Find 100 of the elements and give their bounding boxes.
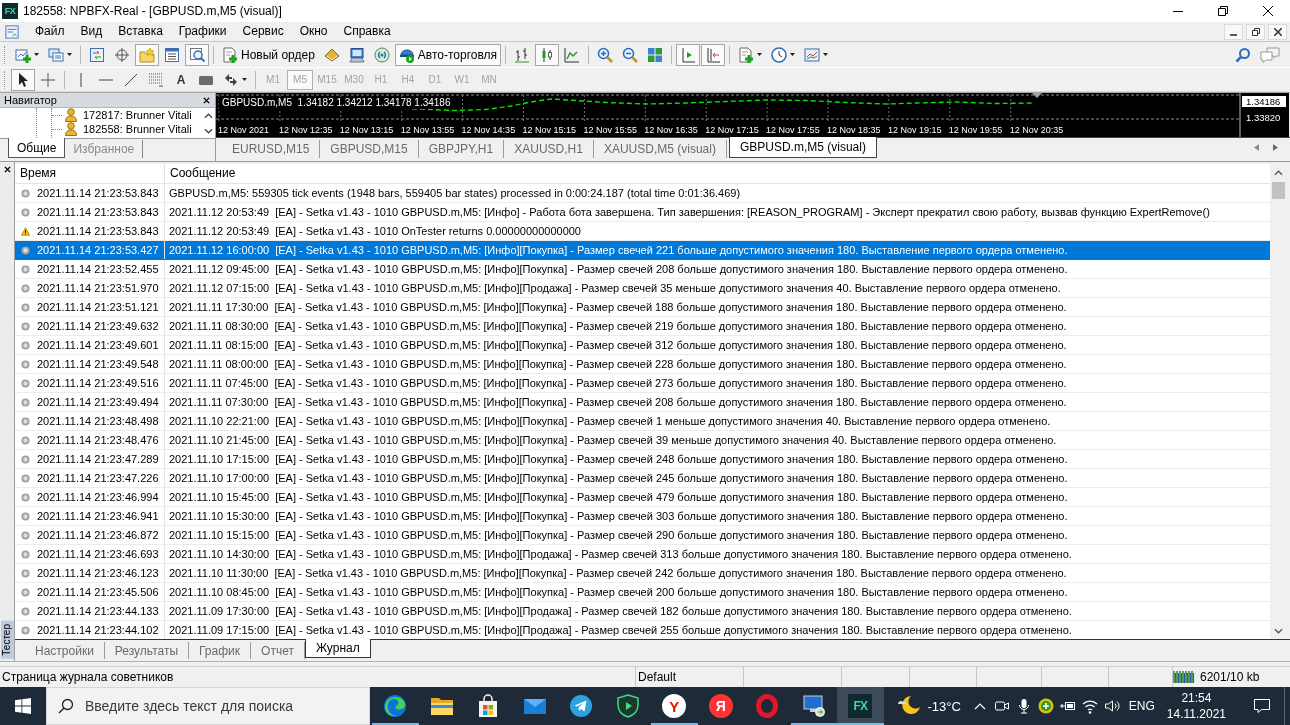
menu-item[interactable]: Вставка [110,22,171,41]
windows-icon [48,46,64,63]
scroll-thumb[interactable] [1272,182,1285,199]
chart-tab[interactable]: GBPJPY,H1 [418,140,505,158]
info-dot-icon [21,454,30,464]
chart-tab[interactable]: GBPUSD,M15 [320,140,419,158]
log-row[interactable]: 2021.11.14 21:23:51.121 2021.11.11 17:30:00 [EA] - Setka v1.43 - 1010 GBPUSD.m,M5: [Инфо][Покупка] - Размер свечей 188 больше допустимого значения 180. Выставление первого ордера отменено. [15,298,1270,317]
log-row[interactable]: 2021.11.14 21:23:46.123 2021.11.10 11:30:00 [EA] - Setka v1.43 - 1010 GBPUSD.m,M5: [Инфо][Покупка] - Размер свечей 242 больше допустимого значения 180. Выставление первого ордера отменено. [15,564,1270,583]
log-row[interactable]: 2021.11.14 21:23:49.601 2021.11.11 08:15:00 [EA] - Setka v1.43 - 1010 GBPUSD.m,M5: [Инфо][Покупка] - Размер свечей 312 больше допустимого значения 180. Выставление первого ордера отменено. [15,336,1270,355]
column-header[interactable]: Сообщение [165,164,1270,183]
log-row[interactable] [15,203,1270,222]
time-label: 12 Nov 17:55 [766,125,820,135]
warning-icon [21,226,30,236]
chart-tab[interactable]: XAUUSD,H1 [504,140,594,158]
restore-button[interactable] [1246,23,1265,40]
plus-circle-icon [1037,698,1054,714]
log-row[interactable]: 2021.11.14 21:23:49.632 2021.11.11 08:30:00 [EA] - Setka v1.43 - 1010 GBPUSD.m,M5: [Инфо][Покупка] - Размер свечей 219 больше допустимого значения 180. Выставление первого ордера отменено. [15,317,1270,336]
log-row[interactable]: 2021.11.14 21:23:49.494 2021.11.11 07:30:00 [EA] - Setka v1.43 - 1010 GBPUSD.m,M5: [Инфо][Покупка] - Размер свечей 208 больше допустимого значения 180. Выставление первого ордера отменено. [15,393,1270,412]
triangle-left-icon[interactable] [1254,144,1259,151]
text-tool-button[interactable]: A [169,68,193,91]
log-message: 2021.11.11 07:30:00 [EA] - Setka v1.43 - 1010 GBPUSD.m,M5: [Инфо][Покупка] - Размер свечей 208 больше допустимого значения 180. Выставление первого ордера отменено. [169,396,1067,408]
log-row[interactable]: 2021.11.14 21:23:45.506 2021.11.10 08:45:00 [EA] - Setka v1.43 - 1010 GBPUSD.m,M5: [Инфо][Покупка] - Размер свечей 200 больше допустимого значения 180. Выставление первого ордера отменено. [15,583,1270,602]
window-plus-icon [15,46,31,63]
log-row[interactable]: 2021.11.14 21:23:52.455 2021.11.12 09:45:00 [EA] - Setka v1.43 - 1010 GBPUSD.m,M5: [Инфо][Покупка] - Размер свечей 208 больше допустимого значения 180. Выставление первого ордера отменено. [15,260,1270,279]
clock-button[interactable]: 21:54 14.11.2021 [1160,687,1232,725]
close-button[interactable] [1268,23,1287,40]
log-time: 2021.11.14 21:23:46.123 [37,567,159,579]
menu-item[interactable]: Файл [27,22,73,41]
autotrading-button[interactable]: Авто-торговля [394,43,502,66]
tab[interactable]: Журнал [304,639,371,658]
search-app-button[interactable]: Я [697,687,744,725]
log-row[interactable]: 2021.11.14 21:23:48.498 2021.11.10 22:21:00 [EA] - Setka v1.43 - 1010 GBPUSD.m,M5: [Инфо][Покупка] - Размер свечей 1 меньше допустимого значения 40. Выставление первого ордера отменено. [15,412,1270,431]
new-order-button[interactable]: Новый ордер [218,43,319,66]
panel-label[interactable]: Тестер [0,621,14,659]
log-row[interactable]: 2021.11.14 21:23:48.476 2021.11.10 21:45:00 [EA] - Setka v1.43 - 1010 GBPUSD.m,M5: [Инфо][Покупка] - Размер свечей 39 меньше допустимого значения 40. Выставление первого ордера отменено. [15,431,1270,450]
camera-icon [993,698,1010,714]
time-label: 12 Nov 15:15 [522,125,577,135]
log-row[interactable]: 2021.11.14 21:23:53.427 2021.11.12 16:00:00 [EA] - Setka v1.43 - 1010 GBPUSD.m,M5: [Инфо][Покупка] - Размер свечей 221 больше допустимого значения 180. Выставление первого ордера отменено. [15,241,1270,260]
triangle-right-icon[interactable] [1273,144,1278,151]
shift-marker-icon[interactable] [1032,93,1042,98]
log-time: 2021.11.14 21:23:49.632 [37,320,159,332]
speech-bubble-icon [1253,698,1271,714]
account-item[interactable]: 172817: Brunner Vitali [80,109,192,121]
minimize-icon [1230,33,1237,36]
log-time: 2021.11.14 21:23:51.121 [37,301,159,313]
tab[interactable]: Настройки [25,642,105,659]
log-row[interactable]: 2021.11.14 21:23:46.994 2021.11.10 15:45:00 [EA] - Setka v1.43 - 1010 GBPUSD.m,M5: [Инфо][Покупка] - Размер свечей 479 больше допустимого значения 180. Выставление первого ордера отменено. [15,488,1270,507]
chevron-up-icon[interactable] [203,112,213,119]
tab[interactable]: Отчет [251,642,305,659]
language-button[interactable]: ENG [1122,687,1161,725]
log-message: 2021.11.11 08:30:00 [EA] - Setka v1.43 - 1010 GBPUSD.m,M5: [Инфо][Покупка] - Размер свечей 219 больше допустимого значения 180. Выставление первого ордера отменено. [169,320,1067,332]
log-row[interactable]: 2021.11.14 21:23:47.289 2021.11.10 17:15:00 [EA] - Setka v1.43 - 1010 GBPUSD.m,M5: [Инфо][Покупка] - Размер свечей 248 больше допустимого значения 180. Выставление первого ордера отменено. [15,450,1270,469]
browser-button[interactable]: Y [651,687,698,725]
info-dot-icon [21,321,30,331]
log-message: GBPUSD.m,M5: 559305 tick events (1948 bars, 559405 bar states) processed in 0:00:24.187 (total time 0:01:36.469) [169,187,741,199]
search-icon [58,698,74,714]
search-field[interactable]: Введите здесь текст для поиска [46,687,370,725]
close-icon[interactable] [3,166,11,173]
log-row[interactable]: 2021.11.14 21:23:46.941 2021.11.10 15:30:00 [EA] - Setka v1.43 - 1010 GBPUSD.m,M5: [Инфо][Покупка] - Размер свечей 303 больше допустимого значения 180. Выставление первого ордера отменено. [15,507,1270,526]
weather-temperature[interactable]: -13°C [927,698,961,714]
chart-window-icon[interactable] [5,24,19,39]
log-row[interactable]: 2021.11.14 21:23:46.872 2021.11.10 15:15:00 [EA] - Setka v1.43 - 1010 GBPUSD.m,M5: [Инфо][Покупка] - Размер свечей 290 больше допустимого значения 180. Выставление первого ордера отменено. [15,526,1270,545]
minimize-button[interactable] [1224,23,1243,40]
info-dot-icon [21,283,30,293]
app-logo: FX [2,3,18,19]
chart-tab[interactable]: EURUSD,M15 [222,140,321,158]
log-time: 2021.11.14 21:23:47.289 [37,453,159,465]
menu-item[interactable]: Сервис [234,22,292,41]
menu-item[interactable]: Графики [170,22,235,41]
menu-item[interactable]: Справка [335,22,399,41]
menu-item[interactable]: Вид [72,22,111,41]
tab[interactable]: График [189,642,252,659]
log-row[interactable]: 2021.11.14 21:23:47.226 2021.11.10 17:00:00 [EA] - Setka v1.43 - 1010 GBPUSD.m,M5: [Инфо][Покупка] - Размер свечей 245 больше допустимого значения 180. Выставление первого ордера отменено. [15,469,1270,488]
time-label: 12 Nov 20:35 [1009,125,1064,135]
log-message: 2021.11.11 08:00:00 [EA] - Setka v1.43 - 1010 GBPUSD.m,M5: [Инфо][Покупка] - Размер свечей 228 больше допустимого значения 180. Выставление первого ордера отменено. [169,358,1067,370]
chart-tab[interactable]: XAUUSD,M5 (visual) [593,140,727,158]
speaker-icon [1103,698,1120,714]
tab[interactable]: Общие [8,138,66,158]
chevron-down-icon[interactable] [203,127,213,134]
time-label: 12 Nov 14:35 [461,125,516,135]
column-header[interactable]: Время [15,164,165,183]
log-message: 2021.11.12 20:53:49 [EA] - Setka v1.43 - 1010 GBPUSD.m,M5: [Инфо] - Работа бота завершена. Тип завершения: [REASON_PROGRAM] - Эксперт прекратил свою работу, вызвав функцию ExpertRemove() [169,206,1210,218]
traffic-text: 6201/10 kb [1200,670,1260,684]
menu-item[interactable]: Окно [291,22,336,41]
trading-app-button[interactable]: FX [837,687,884,725]
log-message: 2021.11.12 09:45:00 [EA] - Setka v1.43 - 1010 GBPUSD.m,M5: [Инфо][Покупка] - Размер свечей 208 больше допустимого значения 180. Выставление первого ордера отменено. [169,263,1068,275]
log-row[interactable]: 2021.11.14 21:23:53.843 GBPUSD.m,M5: 559305 tick events (1948 bars, 559405 bar states) processed in 0:00:24.187 (total time 0:01:36.469) [15,184,1270,203]
log-row[interactable]: 2021.11.14 21:23:49.516 2021.11.11 07:45:00 [EA] - Setka v1.43 - 1010 GBPUSD.m,M5: [Инфо][Покупка] - Размер свечей 273 больше допустимого значения 180. Выставление первого ордера отменено. [15,374,1270,393]
time-label: 12 Nov 18:35 [827,125,881,135]
tab[interactable]: Результаты [104,642,190,659]
log-row[interactable]: 2021.11.14 21:23:46.693 2021.11.10 14:30:00 [EA] - Setka v1.43 - 1010 GBPUSD.m,M5: [Инфо][Продажа] - Размер свечей 313 больше допустимого значения 180. Выставление первого ордера отменено. [15,545,1270,564]
close-icon[interactable] [203,96,210,104]
time-label: 12 Nov 13:15 [339,125,394,135]
connection-bars-icon [1173,670,1195,684]
chart-tab[interactable]: GBPUSD.m,M5 (visual) [728,137,877,158]
log-row[interactable]: 2021.11.14 21:23:51.970 2021.11.12 07:15:00 [EA] - Setka v1.43 - 1010 GBPUSD.m,M5: [Инфо][Продажа] - Размер свечей 35 меньше допустимого значения 40. Выставление первого ордера отменено. [15,279,1270,298]
app-logo: Y [662,694,687,718]
log-row[interactable]: 2021.11.14 21:23:44.133 2021.11.09 17:30:00 [EA] - Setka v1.43 - 1010 GBPUSD.m,M5: [Инфо][Продажа] - Размер свечей 182 больше допустимого значения 180. Выставление первого ордера отменено. [15,602,1270,621]
log-row[interactable]: 2021.11.14 21:23:49.548 2021.11.11 08:00:00 [EA] - Setka v1.43 - 1010 GBPUSD.m,M5: [Инфо][Покупка] - Размер свечей 228 больше допустимого значения 180. Выставление первого ордера отменено. [15,355,1270,374]
account-item[interactable]: 182558: Brunner Vitali [80,123,192,135]
